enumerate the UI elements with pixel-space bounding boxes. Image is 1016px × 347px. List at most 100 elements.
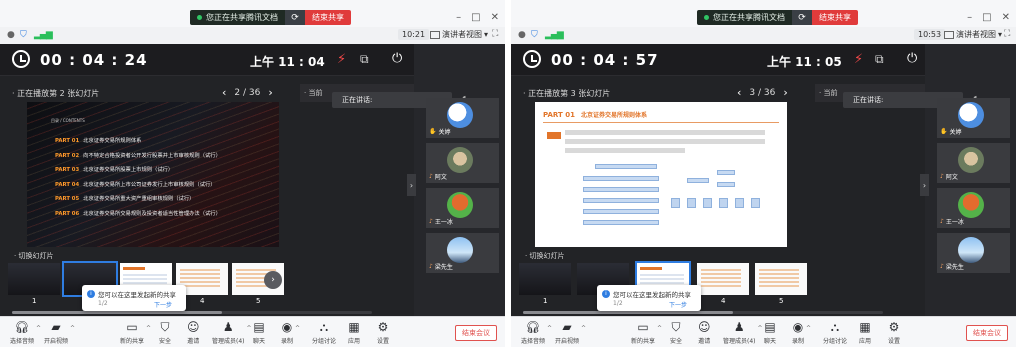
settings-icon: ⚙ [888, 320, 900, 334]
chevron-up-icon[interactable]: ^ [70, 325, 75, 332]
chat-button[interactable]: ▤ 聊天 [253, 320, 265, 345]
settings-button[interactable]: ⚙ 设置 [888, 320, 900, 345]
slide-toc: PART 01 北京证券交易所规则体系 PART 02 向不特定合格投资者公开发行股… [55, 136, 221, 223]
participant-tile[interactable]: ♪ 阿文 [937, 143, 1010, 183]
security-button[interactable]: ⛉ 安全 [159, 320, 171, 345]
settings-small-icon[interactable]: ● [7, 30, 15, 40]
chevron-up-icon[interactable]: ^ [36, 325, 41, 332]
chat-button[interactable]: ▤ 聊天 [764, 320, 776, 345]
chat-icon: ▤ [764, 320, 776, 334]
invite-button[interactable]: ☺ 邀请 [698, 320, 711, 345]
slide-thumbnail-1[interactable]: 1 [519, 263, 571, 305]
invite-icon: ☺ [698, 320, 711, 334]
minimize-icon[interactable]: – [456, 12, 461, 23]
record-icon: ◉ [792, 320, 804, 334]
switch-share-button[interactable]: ⟳ [792, 10, 812, 25]
thumbnails-scrollbar[interactable] [12, 311, 372, 314]
mic-icon: ♪ [429, 173, 433, 180]
end-meeting-button[interactable]: 结束会议 [455, 325, 497, 341]
slide-thumbnail-1[interactable]: 1 [8, 263, 60, 305]
settings-button[interactable]: ⚙ 设置 [377, 320, 389, 345]
close-icon[interactable]: ✕ [491, 12, 499, 23]
close-icon[interactable]: ✕ [1002, 12, 1010, 23]
breakout-button[interactable]: ⛬ 分组讨论 [312, 320, 336, 345]
record-icon: ◉ [281, 320, 293, 334]
video-button[interactable]: ▰ 开启视频 ^ [44, 320, 75, 345]
slide-thumbnail-5[interactable]: 5 [755, 263, 807, 305]
power-icon[interactable]: ⏻ [907, 51, 917, 66]
participant-tile[interactable]: ♪ 王一冰 [937, 188, 1010, 228]
current-time: 上午 11 : 04 [250, 55, 325, 69]
end-share-button[interactable]: 结束共享 [812, 10, 858, 25]
audio-button[interactable]: 🎧︎ 选择音频 ^ [10, 320, 41, 345]
settings-small-icon[interactable]: ● [518, 30, 526, 40]
laser-pointer-icon[interactable]: ⚡ [854, 52, 863, 67]
chevron-up-icon[interactable]: ^ [547, 325, 552, 332]
participant-tile[interactable]: ♪ 梁先生 [426, 233, 499, 273]
speaker-view-button[interactable]: 演讲者视图 ▾ [944, 29, 1002, 40]
record-button[interactable]: ◉ 录制 ^ [792, 320, 811, 345]
slide-diagram [575, 160, 765, 238]
collapse-panel-icon[interactable]: › [920, 174, 929, 196]
apps-button[interactable]: ▦ 应用 [348, 320, 360, 345]
participant-tile[interactable]: ♪ 阿文 [426, 143, 499, 183]
manage-members-button[interactable]: ♟ 管理成员(4) ^ [212, 320, 252, 345]
end-share-button[interactable]: 结束共享 [305, 10, 351, 25]
maximize-icon[interactable]: □ [982, 12, 991, 23]
new-share-button[interactable]: ▭ 新的共享 ^ [120, 320, 151, 345]
end-meeting-button[interactable]: 结束会议 [966, 325, 1008, 341]
screen-switch-icon[interactable]: ⧉ [875, 52, 884, 67]
minimize-icon[interactable]: – [967, 12, 972, 23]
slide-thumbnail-4[interactable]: 4 [697, 263, 749, 305]
audio-button[interactable]: 🎧︎ 选择音频 ^ [521, 320, 552, 345]
tooltip-next-button[interactable]: 下一步 [154, 300, 172, 309]
mic-icon: ♪ [940, 263, 944, 270]
slide-toc-item: PART 01 北京证券交易所规则体系 [55, 138, 142, 144]
participant-tile[interactable]: ♪ 王一冰 [426, 188, 499, 228]
new-share-button[interactable]: ▭ 新的共享 ^ [631, 320, 662, 345]
record-button[interactable]: ◉ 录制 ^ [281, 320, 300, 345]
manage-members-button[interactable]: ♟ 管理成员(4) ^ [723, 320, 763, 345]
prev-slide-icon[interactable]: ‹ [737, 86, 741, 99]
tooltip-next-button[interactable]: 下一步 [669, 300, 687, 309]
breakout-button[interactable]: ⛬ 分组讨论 [823, 320, 847, 345]
chevron-up-icon[interactable]: ^ [581, 325, 586, 332]
now-playing-label: · 正在播放第 3 张幻灯片 [523, 89, 611, 98]
apps-button[interactable]: ▦ 应用 [859, 320, 871, 345]
breakout-icon: ⛬ [830, 320, 840, 334]
fullscreen-icon[interactable]: ⛶ [1004, 29, 1010, 39]
laser-pointer-icon[interactable]: ⚡ [337, 52, 346, 67]
shield-icon[interactable]: ⛉ [531, 30, 538, 40]
thumbnails-scrollbar[interactable] [523, 311, 883, 314]
prev-slide-icon[interactable]: ‹ [222, 86, 226, 99]
video-button[interactable]: ▰ 开启视频 ^ [555, 320, 586, 345]
scrollbar-thumb[interactable] [523, 311, 733, 314]
power-icon[interactable]: ⏻ [392, 51, 402, 66]
chevron-up-icon[interactable]: ^ [295, 325, 300, 332]
shield-icon[interactable]: ⛉ [20, 30, 27, 40]
maximize-icon[interactable]: □ [471, 12, 480, 23]
switch-share-button[interactable]: ⟳ [285, 10, 305, 25]
participant-tile[interactable]: ✋ 关婷 [937, 98, 1010, 138]
thumbnails-next-icon[interactable]: › [264, 271, 282, 289]
signal-icon[interactable]: ▂▄▆ [34, 30, 53, 40]
participant-tile[interactable]: ♪ 梁先生 [937, 233, 1010, 273]
next-slide-icon[interactable]: › [783, 86, 787, 99]
chevron-up-icon[interactable]: ^ [657, 325, 662, 332]
speaker-view-button[interactable]: 演讲者视图 ▾ [430, 29, 488, 40]
invite-button[interactable]: ☺ 邀请 [187, 320, 200, 345]
signal-icon[interactable]: ▂▄▆ [545, 30, 564, 40]
participant-tile[interactable]: ✋ 关婷 [426, 98, 499, 138]
security-button[interactable]: ⛉ 安全 [670, 320, 682, 345]
chevron-up-icon[interactable]: ^ [757, 325, 762, 332]
next-slide-icon[interactable]: › [268, 86, 272, 99]
chevron-up-icon[interactable]: ^ [806, 325, 811, 332]
presenter-view: 00 : 04 : 24 上午 11 : 04 ⚡ ⧉ ⏻ · 正在播放第 2 … [0, 44, 414, 316]
members-icon: ♟ [733, 320, 745, 334]
scrollbar-thumb[interactable] [12, 311, 222, 314]
collapse-panel-icon[interactable]: › [407, 174, 416, 196]
chevron-up-icon[interactable]: ^ [246, 325, 251, 332]
screen-switch-icon[interactable]: ⧉ [360, 52, 369, 67]
fullscreen-icon[interactable]: ⛶ [492, 29, 498, 39]
chevron-up-icon[interactable]: ^ [146, 325, 151, 332]
